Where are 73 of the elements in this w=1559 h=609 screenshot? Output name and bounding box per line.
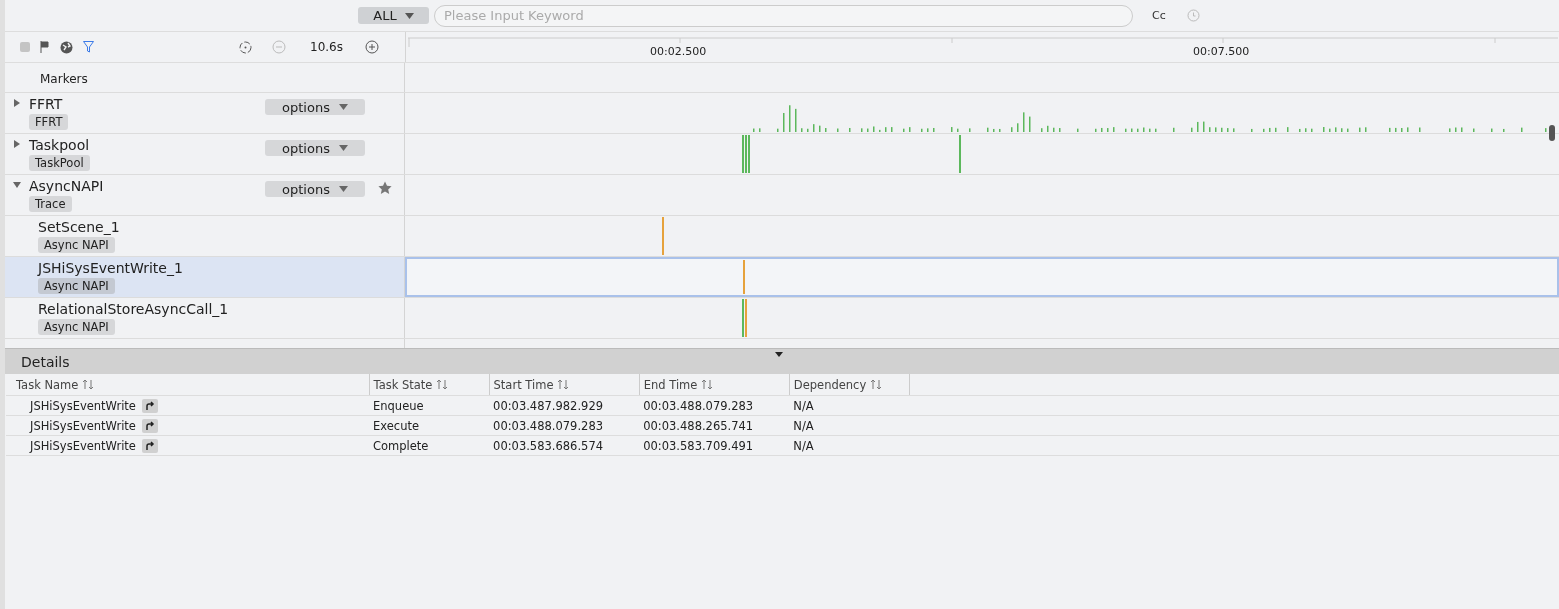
table-cell: Execute (369, 415, 490, 436)
column-header[interactable]: Start Time (489, 374, 640, 396)
track-row[interactable]: SetScene_1 Async NAPI (5, 216, 405, 256)
tick-label: 00:07.500 (1193, 45, 1250, 58)
track-tag: Async NAPI (38, 278, 115, 294)
track-name: AsyncNAPI (29, 178, 104, 195)
sort-icon[interactable] (557, 378, 570, 390)
tick-label: 00:02.500 (650, 45, 707, 58)
table-cell: JSHiSysEventWrite (30, 418, 136, 433)
sort-icon[interactable] (82, 378, 95, 390)
track-tag: FFRT (29, 114, 69, 130)
flag-icon[interactable] (40, 41, 50, 53)
sort-icon[interactable] (701, 378, 714, 390)
table-cell: 00:03.488.079.283 (489, 415, 640, 436)
options-dropdown[interactable]: options (265, 99, 365, 115)
reset-icon[interactable] (239, 40, 252, 54)
track-name: RelationalStoreAsyncCall_1 (38, 301, 229, 318)
track-name: FFRT (29, 96, 63, 113)
track-tag: Async NAPI (38, 319, 115, 335)
scrollbar[interactable] (1549, 125, 1555, 141)
sort-icon[interactable] (436, 378, 449, 390)
table-cell: 00:03.488.079.283 (639, 395, 790, 416)
options-dropdown[interactable]: options (265, 140, 365, 156)
column-header[interactable]: Task Name (6, 374, 369, 396)
table-cell: JSHiSysEventWrite (30, 438, 136, 453)
track-header[interactable]: AsyncNAPI Trace options (5, 175, 405, 215)
track-row[interactable]: RelationalStoreAsyncCall_1 Async NAPI (5, 298, 405, 338)
table-cell: 00:03.487.982.929 (489, 395, 640, 416)
track-name: JSHiSysEventWrite_1 (38, 260, 183, 277)
track-name: Markers (40, 72, 88, 86)
table-cell: Complete (369, 435, 490, 456)
zoom-span: 10.6s (310, 40, 343, 54)
track-name: SetScene_1 (38, 219, 120, 236)
track-header[interactable]: Taskpool TaskPool options (5, 134, 405, 174)
filter-icon[interactable] (83, 41, 94, 53)
column-header[interactable]: End Time (639, 374, 790, 396)
jump-icon[interactable] (141, 418, 158, 433)
panel-title: Details (21, 353, 70, 370)
filter-dropdown[interactable]: ALL (358, 7, 429, 24)
expand-icon[interactable] (13, 181, 21, 189)
track-row-selected[interactable]: JSHiSysEventWrite_1 Async NAPI (5, 257, 405, 297)
track-header[interactable]: FFRT FFRT options (5, 93, 405, 133)
table-cell: N/A (789, 435, 910, 456)
table-cell: Enqueue (369, 395, 490, 416)
track-name: Taskpool (29, 137, 90, 154)
track-tag: TaskPool (29, 155, 90, 171)
jump-icon[interactable] (141, 438, 158, 453)
column-header[interactable]: Dependency (789, 374, 910, 396)
expand-icon[interactable] (13, 140, 21, 148)
options-dropdown[interactable]: options (265, 181, 365, 197)
table-cell: 00:03.488.265.741 (639, 415, 790, 436)
table-cell: N/A (789, 415, 910, 436)
zoom-in-icon[interactable] (365, 40, 379, 54)
jump-icon[interactable] (141, 398, 158, 413)
table-cell: N/A (789, 395, 910, 416)
search-field[interactable]: Please Input Keyword (434, 4, 1133, 27)
globe-icon[interactable] (60, 40, 73, 54)
table-cell: JSHiSysEventWrite (30, 398, 136, 413)
star-icon[interactable] (378, 181, 392, 195)
track-tag: Trace (29, 196, 72, 212)
column-header[interactable]: Task State (369, 374, 490, 396)
collapse-icon[interactable] (775, 352, 783, 357)
table-cell: 00:03.583.686.574 (489, 435, 640, 456)
table-cell: 00:03.583.709.491 (639, 435, 790, 456)
track-header[interactable]: Markers (5, 63, 405, 92)
sort-icon[interactable] (870, 378, 883, 390)
track-tag: Async NAPI (38, 237, 115, 253)
caret-icon (338, 104, 348, 110)
case-toggle[interactable]: Cc (1152, 9, 1166, 22)
expand-icon[interactable] (13, 99, 21, 107)
caret-icon (338, 145, 348, 151)
caret-icon (404, 12, 414, 19)
caret-icon (338, 186, 348, 192)
